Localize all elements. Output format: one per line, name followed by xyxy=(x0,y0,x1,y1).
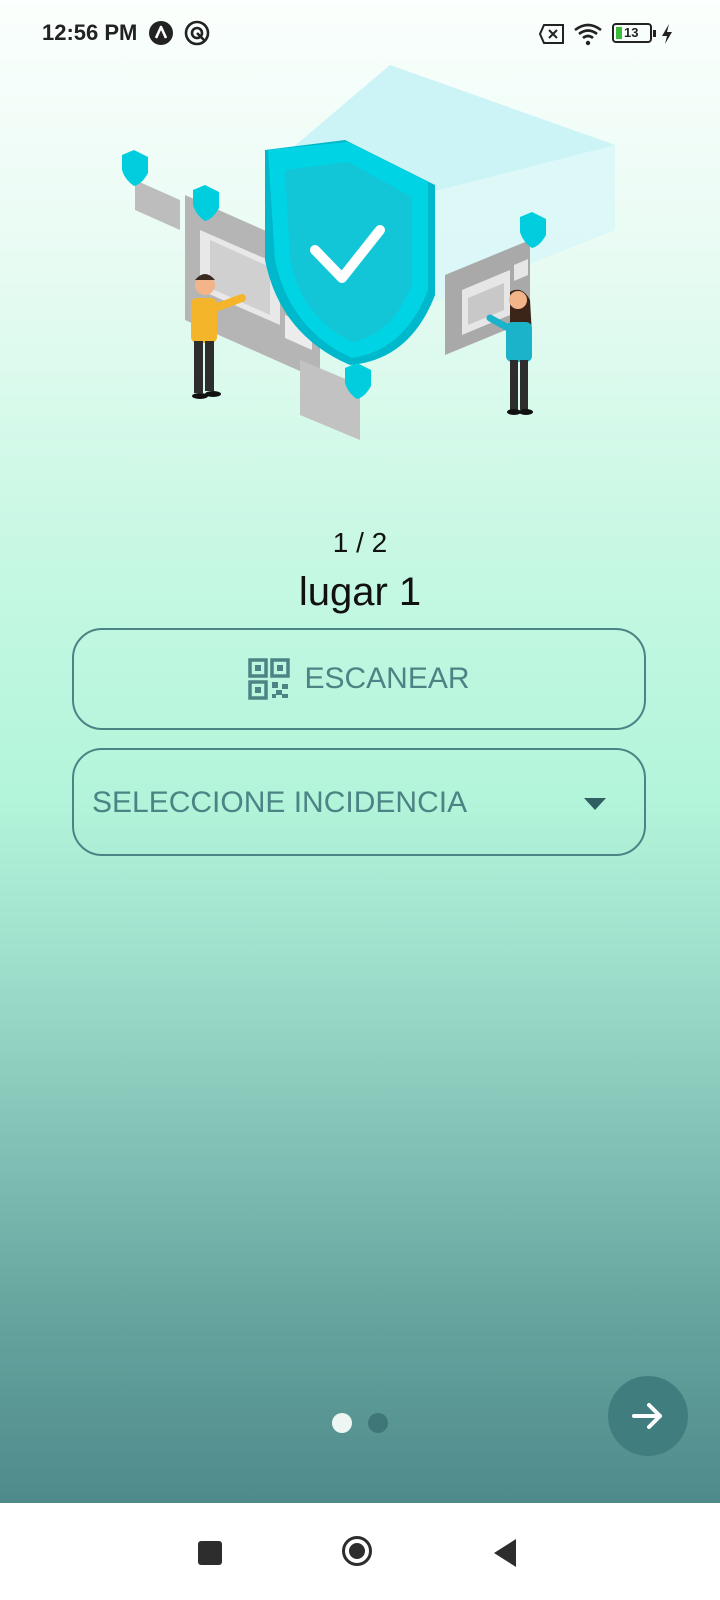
place-title: lugar 1 xyxy=(298,570,422,614)
arrow-right-icon xyxy=(632,1403,662,1429)
page-dot-1[interactable] xyxy=(332,1413,352,1433)
page-dot-2[interactable] xyxy=(368,1413,388,1433)
sync-icon xyxy=(184,20,210,46)
battery-level: 13 xyxy=(624,25,639,40)
incidence-select[interactable]: SELECCIONE INCIDENCIA xyxy=(72,748,646,856)
scan-button-label: ESCANEAR xyxy=(304,662,470,695)
status-time: 12:56 PM xyxy=(42,20,138,45)
home-circle-icon[interactable] xyxy=(342,1536,372,1566)
qr-code-icon xyxy=(248,658,291,700)
dropdown-caret-icon xyxy=(584,798,606,810)
system-nav-bar xyxy=(0,1503,720,1600)
wifi-icon xyxy=(574,23,602,46)
scan-button[interactable]: ESCANEAR xyxy=(72,628,646,730)
app-a-icon xyxy=(149,21,173,45)
battery-icon: 13 xyxy=(612,23,656,43)
security-illustration xyxy=(122,65,615,440)
incidence-select-value: SELECCIONE INCIDENCIA xyxy=(92,786,468,819)
next-button[interactable] xyxy=(608,1376,688,1456)
pager-count: 1 / 2 xyxy=(332,527,388,558)
no-sim-icon xyxy=(539,24,564,44)
charging-icon xyxy=(662,24,672,44)
back-triangle-icon[interactable] xyxy=(494,1539,516,1567)
recents-square-icon[interactable] xyxy=(198,1541,222,1565)
